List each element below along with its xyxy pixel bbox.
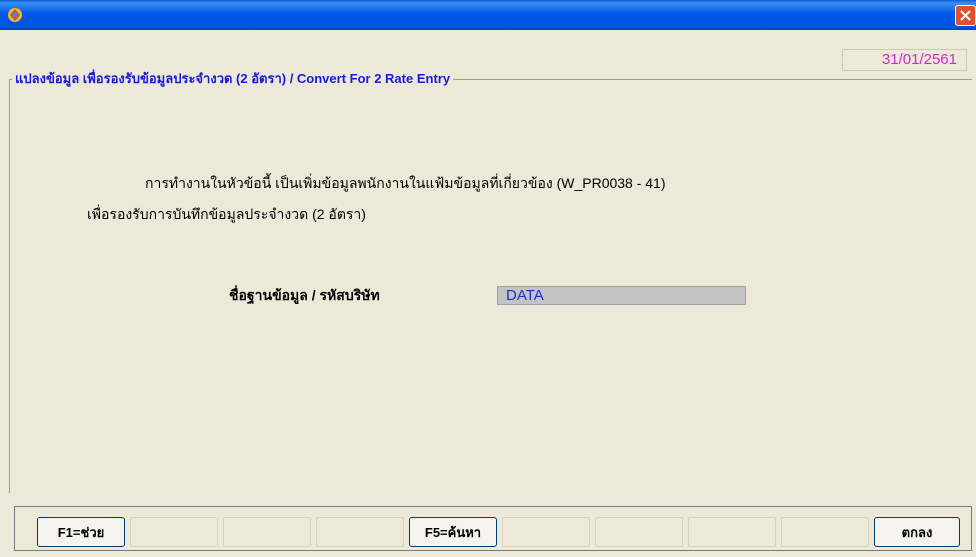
app-logo-icon[interactable]: [6, 6, 24, 24]
function-key-empty-3[interactable]: [223, 517, 311, 547]
ok-button[interactable]: ตกลง: [874, 517, 960, 547]
function-key-empty-4[interactable]: [316, 517, 404, 547]
function-key-empty-2[interactable]: [130, 517, 218, 547]
function-key-empty-7[interactable]: [595, 517, 683, 547]
description-line-1: การทำงานในหัวข้อนี้ เป็นเพิ่มข้อมูลพนักง…: [145, 175, 666, 191]
function-key-empty-6[interactable]: [502, 517, 590, 547]
date-display: 31/01/2561: [842, 49, 967, 71]
group-title: แปลงข้อมูล เพื่อรองรับข้อมูลประจำงวด (2 …: [12, 69, 454, 89]
function-key-empty-9[interactable]: [781, 517, 869, 547]
database-field[interactable]: DATA: [497, 286, 746, 305]
function-key-empty-8[interactable]: [688, 517, 776, 547]
description-line-2: เพื่อรองรับการบันทึกข้อมูลประจำงวด (2 อั…: [87, 206, 366, 222]
close-button[interactable]: [955, 5, 976, 26]
group-border-left: [9, 79, 10, 493]
database-label: ชื่อฐานข้อมูล / รหัสบริษัท: [229, 287, 380, 303]
title-bar[interactable]: [0, 0, 976, 30]
f1-help-button[interactable]: F1=ช่วย: [37, 517, 125, 547]
main-window: 31/01/2561 แปลงข้อมูล เพื่อรองรับข้อมูลป…: [0, 0, 976, 557]
content-area: [3, 30, 973, 493]
f5-search-button[interactable]: F5=ค้นหา: [409, 517, 497, 547]
close-icon: [960, 10, 971, 21]
